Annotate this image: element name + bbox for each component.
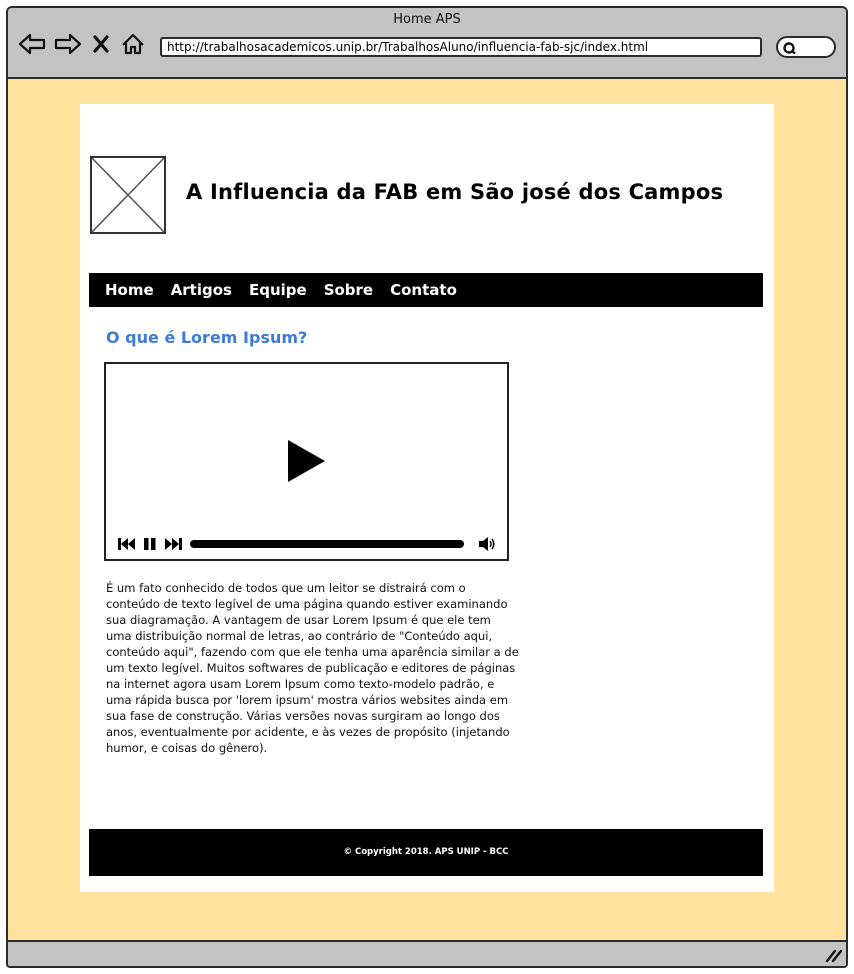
footer-copyright: © Copyright 2018. APS UNIP - BCC bbox=[343, 847, 509, 857]
address-bar[interactable]: http://trabalhosacademicos.unip.br/Traba… bbox=[160, 37, 762, 57]
main-navbar: Home Artigos Equipe Sobre Contato bbox=[89, 273, 763, 307]
image-placeholder-icon bbox=[90, 156, 166, 234]
section-heading: O que é Lorem Ipsum? bbox=[106, 328, 308, 347]
play-icon[interactable] bbox=[288, 440, 325, 482]
site-footer: © Copyright 2018. APS UNIP - BCC bbox=[89, 829, 763, 876]
site-title: A Influencia da FAB em São josé dos Camp… bbox=[186, 180, 724, 204]
nav-sobre[interactable]: Sobre bbox=[324, 281, 373, 299]
nav-artigos[interactable]: Artigos bbox=[171, 281, 232, 299]
video-progress-bar[interactable] bbox=[190, 540, 464, 548]
pause-icon[interactable] bbox=[143, 536, 157, 552]
page-content: A Influencia da FAB em São josé dos Camp… bbox=[80, 104, 774, 892]
nav-equipe[interactable]: Equipe bbox=[249, 281, 307, 299]
volume-icon[interactable] bbox=[478, 536, 496, 552]
forward-arrow-icon[interactable] bbox=[54, 32, 82, 56]
home-icon[interactable] bbox=[120, 32, 146, 56]
window-title: Home APS bbox=[393, 12, 461, 27]
article-paragraph: É um fato conhecido de todos que um leit… bbox=[106, 581, 519, 755]
browser-window: Home APS http://trabalhosacademicos.unip… bbox=[6, 6, 848, 968]
resize-grip-icon[interactable] bbox=[824, 947, 842, 963]
browser-statusbar bbox=[8, 940, 846, 966]
next-icon[interactable] bbox=[165, 536, 183, 552]
video-player[interactable] bbox=[104, 362, 509, 561]
search-box[interactable] bbox=[776, 36, 836, 58]
video-controls bbox=[118, 536, 498, 552]
browser-titlebar: Home APS http://trabalhosacademicos.unip… bbox=[8, 8, 846, 79]
close-icon[interactable] bbox=[92, 32, 110, 56]
nav-contato[interactable]: Contato bbox=[390, 281, 457, 299]
search-icon bbox=[783, 42, 796, 55]
previous-icon[interactable] bbox=[118, 536, 136, 552]
nav-home[interactable]: Home bbox=[105, 281, 154, 299]
back-arrow-icon[interactable] bbox=[18, 32, 46, 56]
